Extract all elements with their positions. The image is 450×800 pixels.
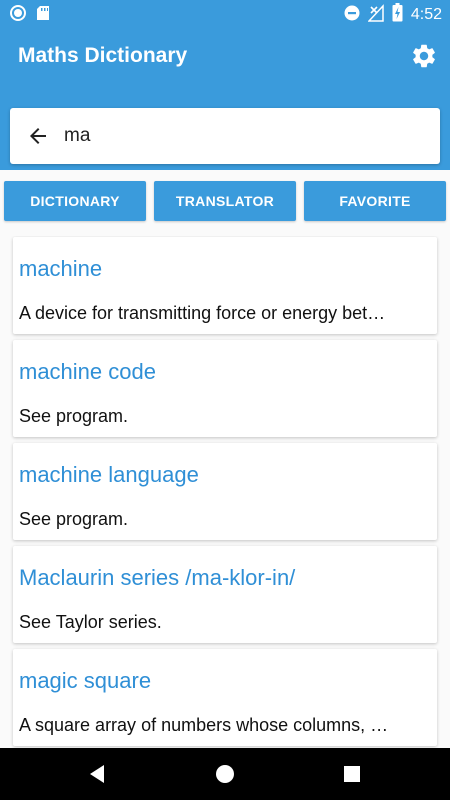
- status-bar: 4:52: [0, 0, 450, 28]
- result-term: machine language: [19, 462, 199, 487]
- sd-card-icon: [36, 5, 50, 26]
- list-item[interactable]: magic square A square array of numbers w…: [13, 649, 437, 746]
- app-title: Maths Dictionary: [18, 44, 188, 67]
- tab-dictionary[interactable]: DICTIONARY: [4, 181, 146, 221]
- result-definition: A device for transmitting force or energ…: [19, 303, 386, 323]
- tab-translator[interactable]: TRANSLATOR: [154, 181, 296, 221]
- system-nav-bar: [0, 748, 450, 800]
- tab-favorite[interactable]: FAVORITE: [304, 181, 446, 221]
- result-term: magic square: [19, 668, 152, 693]
- app-screen: 4:52 Maths Dictionary DICTIONARY TRANSLA…: [0, 0, 450, 800]
- result-term: machine: [19, 256, 103, 281]
- result-definition: See program.: [19, 509, 129, 529]
- search-bar: [10, 108, 440, 164]
- do-not-disturb-icon: [344, 5, 360, 26]
- result-definition: See Taylor series.: [19, 612, 162, 632]
- signal-off-icon: [367, 3, 384, 27]
- home-circle-icon[interactable]: [213, 762, 237, 786]
- arrow-left-icon[interactable]: [26, 124, 50, 148]
- result-definition: See program.: [19, 406, 129, 426]
- search-input[interactable]: [64, 122, 424, 150]
- results-list: machine A device for transmitting force …: [0, 236, 450, 748]
- list-item[interactable]: Maclaurin series /ma-klor-in/ See Taylor…: [13, 546, 437, 643]
- circle-notification-icon: [10, 5, 26, 26]
- list-item[interactable]: machine language See program.: [13, 443, 437, 540]
- tab-bar: DICTIONARY TRANSLATOR FAVORITE: [0, 181, 450, 221]
- recents-square-icon[interactable]: [340, 762, 364, 786]
- battery-charging-icon: [392, 3, 403, 27]
- result-term: Maclaurin series /ma-klor-in/: [19, 565, 296, 590]
- status-time: 4:52: [410, 6, 442, 23]
- gear-icon[interactable]: [410, 44, 438, 74]
- top-bar: 4:52 Maths Dictionary: [0, 0, 450, 170]
- list-item[interactable]: machine code See program.: [13, 340, 437, 437]
- result-definition: A square array of numbers whose columns,…: [19, 715, 389, 735]
- result-term: machine code: [19, 359, 156, 384]
- settings-button[interactable]: [410, 42, 438, 70]
- list-item[interactable]: machine A device for transmitting force …: [13, 237, 437, 334]
- back-triangle-icon[interactable]: [86, 762, 110, 786]
